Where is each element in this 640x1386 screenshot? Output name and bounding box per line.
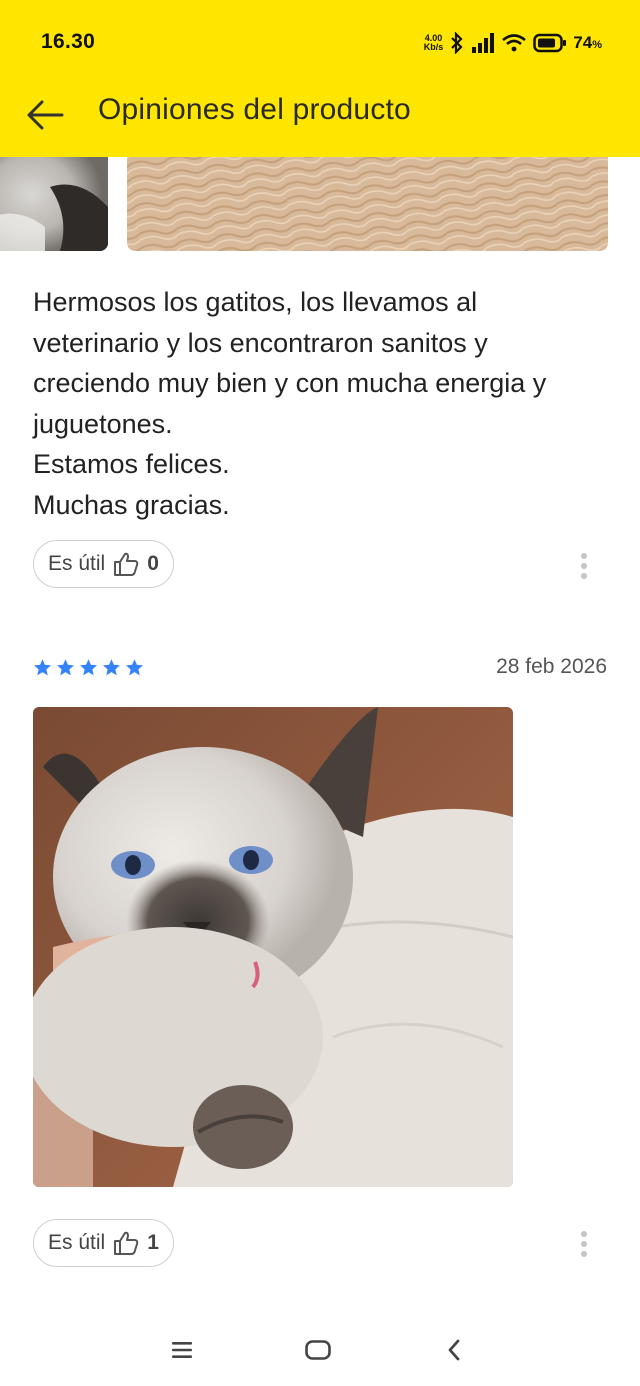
star-icon xyxy=(126,659,143,676)
bluetooth-icon xyxy=(451,32,463,54)
dot xyxy=(581,573,587,579)
battery-percent: 74% xyxy=(573,33,602,53)
review-date: 28 feb 2026 xyxy=(496,655,607,678)
status-bar: 16.30 4.00 Kb/s 74% xyxy=(0,0,640,86)
star-rating xyxy=(33,658,144,677)
useful-button[interactable]: Es útil 0 xyxy=(33,540,174,588)
app-header: 16.30 4.00 Kb/s 74% Opiniones del produc… xyxy=(0,0,640,157)
useful-label: Es útil xyxy=(48,1231,106,1254)
dot xyxy=(581,1231,587,1237)
battery-icon xyxy=(533,33,567,53)
system-back-button[interactable] xyxy=(434,1330,474,1370)
star-icon xyxy=(57,659,74,676)
top-app-bar: Opiniones del producto xyxy=(0,86,640,157)
network-speed-unit: Kb/s xyxy=(423,42,444,52)
network-speed: 4.00 Kb/s xyxy=(424,34,444,52)
battery-value: 74 xyxy=(573,33,593,52)
review-photo-strip xyxy=(0,157,640,252)
star-icon xyxy=(34,659,51,676)
review-paragraph: Hermosos los gatitos, los llevamos al ve… xyxy=(33,287,547,439)
useful-label: Es útil xyxy=(48,552,106,575)
status-icons: 4.00 Kb/s 74% xyxy=(424,30,602,56)
dot xyxy=(581,553,587,559)
recent-apps-button[interactable] xyxy=(162,1330,202,1370)
system-navigation-bar xyxy=(0,1316,640,1386)
thumbs-up-icon xyxy=(114,1231,139,1255)
star-icon xyxy=(80,659,97,676)
review-paragraph: Estamos felices. xyxy=(33,449,230,479)
useful-count: 0 xyxy=(147,552,159,575)
cell-signal-icon xyxy=(472,33,495,53)
review-photo-thumbnail[interactable] xyxy=(127,157,608,251)
back-button[interactable] xyxy=(22,92,68,138)
home-icon xyxy=(305,1340,331,1360)
battery-unit: % xyxy=(592,39,602,51)
useful-count: 1 xyxy=(147,1231,159,1254)
star-icon xyxy=(103,659,120,676)
menu-icon xyxy=(172,1342,192,1358)
status-time: 16.30 xyxy=(41,30,96,53)
wifi-icon xyxy=(502,34,527,52)
home-button[interactable] xyxy=(298,1330,338,1370)
dot xyxy=(581,1241,587,1247)
dot xyxy=(581,1251,587,1257)
thumbs-up-icon xyxy=(114,552,139,576)
useful-button[interactable]: Es útil 1 xyxy=(33,1219,174,1267)
back-icon xyxy=(448,1339,460,1361)
review-photo[interactable] xyxy=(33,707,513,1187)
dot xyxy=(581,563,587,569)
more-options-button[interactable] xyxy=(572,546,596,586)
review-paragraph: Muchas gracias. xyxy=(33,489,230,520)
arrow-left-icon xyxy=(27,100,64,130)
more-options-button[interactable] xyxy=(572,1224,596,1264)
review-text: Hermosos los gatitos, los llevamos al ve… xyxy=(33,282,603,525)
page-title: Opiniones del producto xyxy=(98,93,411,126)
review-photo-thumbnail[interactable] xyxy=(0,157,108,251)
